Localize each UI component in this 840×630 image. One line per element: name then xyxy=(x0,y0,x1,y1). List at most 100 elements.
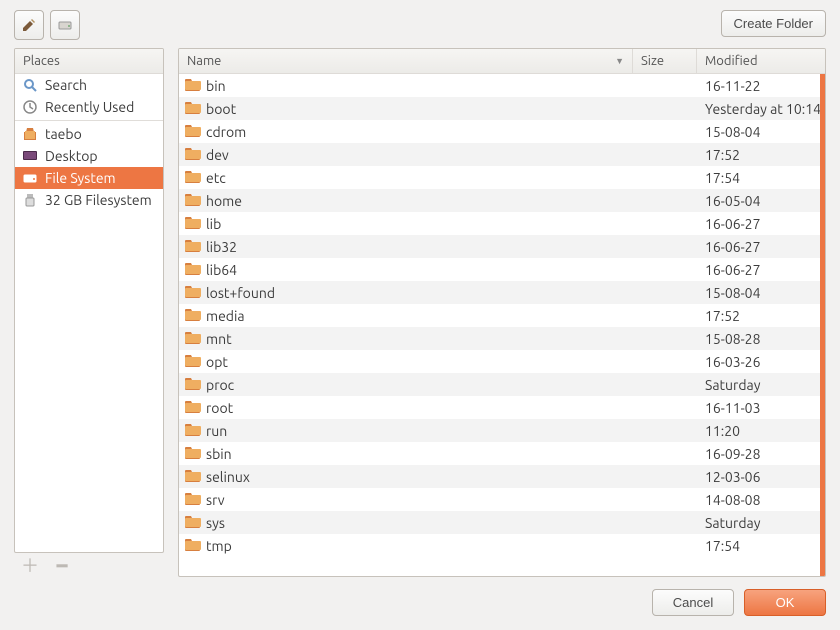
table-row[interactable]: home16-05-04 xyxy=(179,189,825,212)
file-name: selinux xyxy=(206,469,250,485)
file-modified: 15-08-04 xyxy=(697,285,825,301)
file-name: srv xyxy=(206,492,225,508)
sidebar-item-32-gb-filesystem[interactable]: 32 GB Filesystem xyxy=(15,189,163,211)
file-name: lost+found xyxy=(206,285,275,301)
recent-icon xyxy=(21,99,39,115)
table-row[interactable]: lib6416-06-27 xyxy=(179,258,825,281)
scrollbar[interactable] xyxy=(820,74,825,576)
column-name[interactable]: Name ▼ xyxy=(179,49,633,73)
file-modified: 17:52 xyxy=(697,308,825,324)
table-row[interactable]: dev 17:52 xyxy=(179,143,825,166)
table-row[interactable]: srv14-08-08 xyxy=(179,488,825,511)
file-name: dev xyxy=(206,147,229,163)
sidebar-item-recently-used[interactable]: Recently Used xyxy=(15,96,163,118)
ok-button[interactable]: OK xyxy=(744,589,826,616)
table-row[interactable]: media 17:52 xyxy=(179,304,825,327)
folder-icon xyxy=(185,445,201,462)
places-sidebar: Places Search Recently Used taebo Desktop Fi… xyxy=(14,48,164,577)
add-bookmark-button[interactable]: ＋ xyxy=(18,559,42,577)
table-row[interactable]: mnt 15-08-28 xyxy=(179,327,825,350)
sidebar-item-label: Desktop xyxy=(45,148,98,164)
file-modified: 16-03-26 xyxy=(697,354,825,370)
sidebar-item-label: Recently Used xyxy=(45,99,134,115)
file-name: bin xyxy=(206,78,226,94)
file-name: lib xyxy=(206,216,221,232)
table-row[interactable]: boot Yesterday at 10:14 xyxy=(179,97,825,120)
folder-icon xyxy=(185,169,201,186)
create-folder-button[interactable]: Create Folder xyxy=(721,10,826,37)
column-name-label: Name xyxy=(187,54,221,68)
home-icon xyxy=(21,126,39,142)
folder-icon xyxy=(185,123,201,140)
file-modified: Saturday xyxy=(697,377,825,393)
sidebar-item-search[interactable]: Search xyxy=(15,74,163,96)
desktop-icon xyxy=(21,148,39,164)
sidebar-item-taebo[interactable]: taebo xyxy=(15,123,163,145)
table-row[interactable]: tmp17:54 xyxy=(179,534,825,557)
column-size[interactable]: Size xyxy=(633,49,697,73)
sidebar-item-desktop[interactable]: Desktop xyxy=(15,145,163,167)
folder-icon xyxy=(185,422,201,439)
sidebar-item-file-system[interactable]: File System xyxy=(15,167,163,189)
file-modified: 15-08-04 xyxy=(697,124,825,140)
folder-icon xyxy=(185,77,201,94)
folder-icon xyxy=(185,307,201,324)
folder-icon xyxy=(185,330,201,347)
table-row[interactable]: run11:20 xyxy=(179,419,825,442)
table-row[interactable]: selinux12-03-06 xyxy=(179,465,825,488)
file-list: Name ▼ Size Modified bin 16-11-22 boot Yest… xyxy=(178,48,826,577)
file-name: proc xyxy=(206,377,234,393)
folder-icon xyxy=(185,468,201,485)
table-row[interactable]: bin 16-11-22 xyxy=(179,74,825,97)
file-name: root xyxy=(206,400,233,416)
file-name: sys xyxy=(206,515,225,531)
table-row[interactable]: lib3216-06-27 xyxy=(179,235,825,258)
file-modified: 17:52 xyxy=(697,147,825,163)
file-modified: 15-08-28 xyxy=(697,331,825,347)
folder-icon xyxy=(185,514,201,531)
table-row[interactable]: lib16-06-27 xyxy=(179,212,825,235)
folder-icon xyxy=(185,238,201,255)
table-row[interactable]: sbin16-09-28 xyxy=(179,442,825,465)
file-modified: 16-06-27 xyxy=(697,239,825,255)
table-row[interactable]: etc17:54 xyxy=(179,166,825,189)
file-modified: Yesterday at 10:14 xyxy=(697,101,825,117)
table-row[interactable]: proc Saturday xyxy=(179,373,825,396)
file-modified: 17:54 xyxy=(697,538,825,554)
file-modified: 16-11-22 xyxy=(697,78,825,94)
sidebar-item-label: Search xyxy=(45,77,87,93)
table-row[interactable]: lost+found 15-08-04 xyxy=(179,281,825,304)
file-name: opt xyxy=(206,354,228,370)
folder-icon xyxy=(185,537,201,554)
usb-icon xyxy=(21,192,39,208)
sidebar-item-label: 32 GB Filesystem xyxy=(45,192,152,208)
file-name: etc xyxy=(206,170,226,186)
column-headers: Name ▼ Size Modified xyxy=(179,49,825,74)
table-row[interactable]: sys Saturday xyxy=(179,511,825,534)
folder-icon xyxy=(185,353,201,370)
cancel-button[interactable]: Cancel xyxy=(652,589,734,616)
file-name: cdrom xyxy=(206,124,246,140)
edit-path-button[interactable] xyxy=(14,10,44,40)
table-row[interactable]: opt 16-03-26 xyxy=(179,350,825,373)
file-name: run xyxy=(206,423,227,439)
file-name: mnt xyxy=(206,331,232,347)
folder-icon xyxy=(185,261,201,278)
folder-icon xyxy=(185,100,201,117)
drive-icon xyxy=(21,170,39,186)
drive-button[interactable] xyxy=(50,10,80,40)
file-name: media xyxy=(206,308,245,324)
folder-icon xyxy=(185,215,201,232)
dialog-footer: Cancel OK xyxy=(0,577,840,630)
places-header: Places xyxy=(15,49,163,74)
table-row[interactable]: root16-11-03 xyxy=(179,396,825,419)
top-toolbar: Create Folder xyxy=(0,0,840,48)
file-name: boot xyxy=(206,101,236,117)
table-row[interactable]: cdrom 15-08-04 xyxy=(179,120,825,143)
file-modified: Saturday xyxy=(697,515,825,531)
pencil-icon xyxy=(21,17,37,33)
folder-icon xyxy=(185,491,201,508)
remove-bookmark-button[interactable]: ━ xyxy=(50,559,74,577)
column-modified[interactable]: Modified xyxy=(697,49,825,73)
sort-indicator-icon: ▼ xyxy=(615,56,624,66)
